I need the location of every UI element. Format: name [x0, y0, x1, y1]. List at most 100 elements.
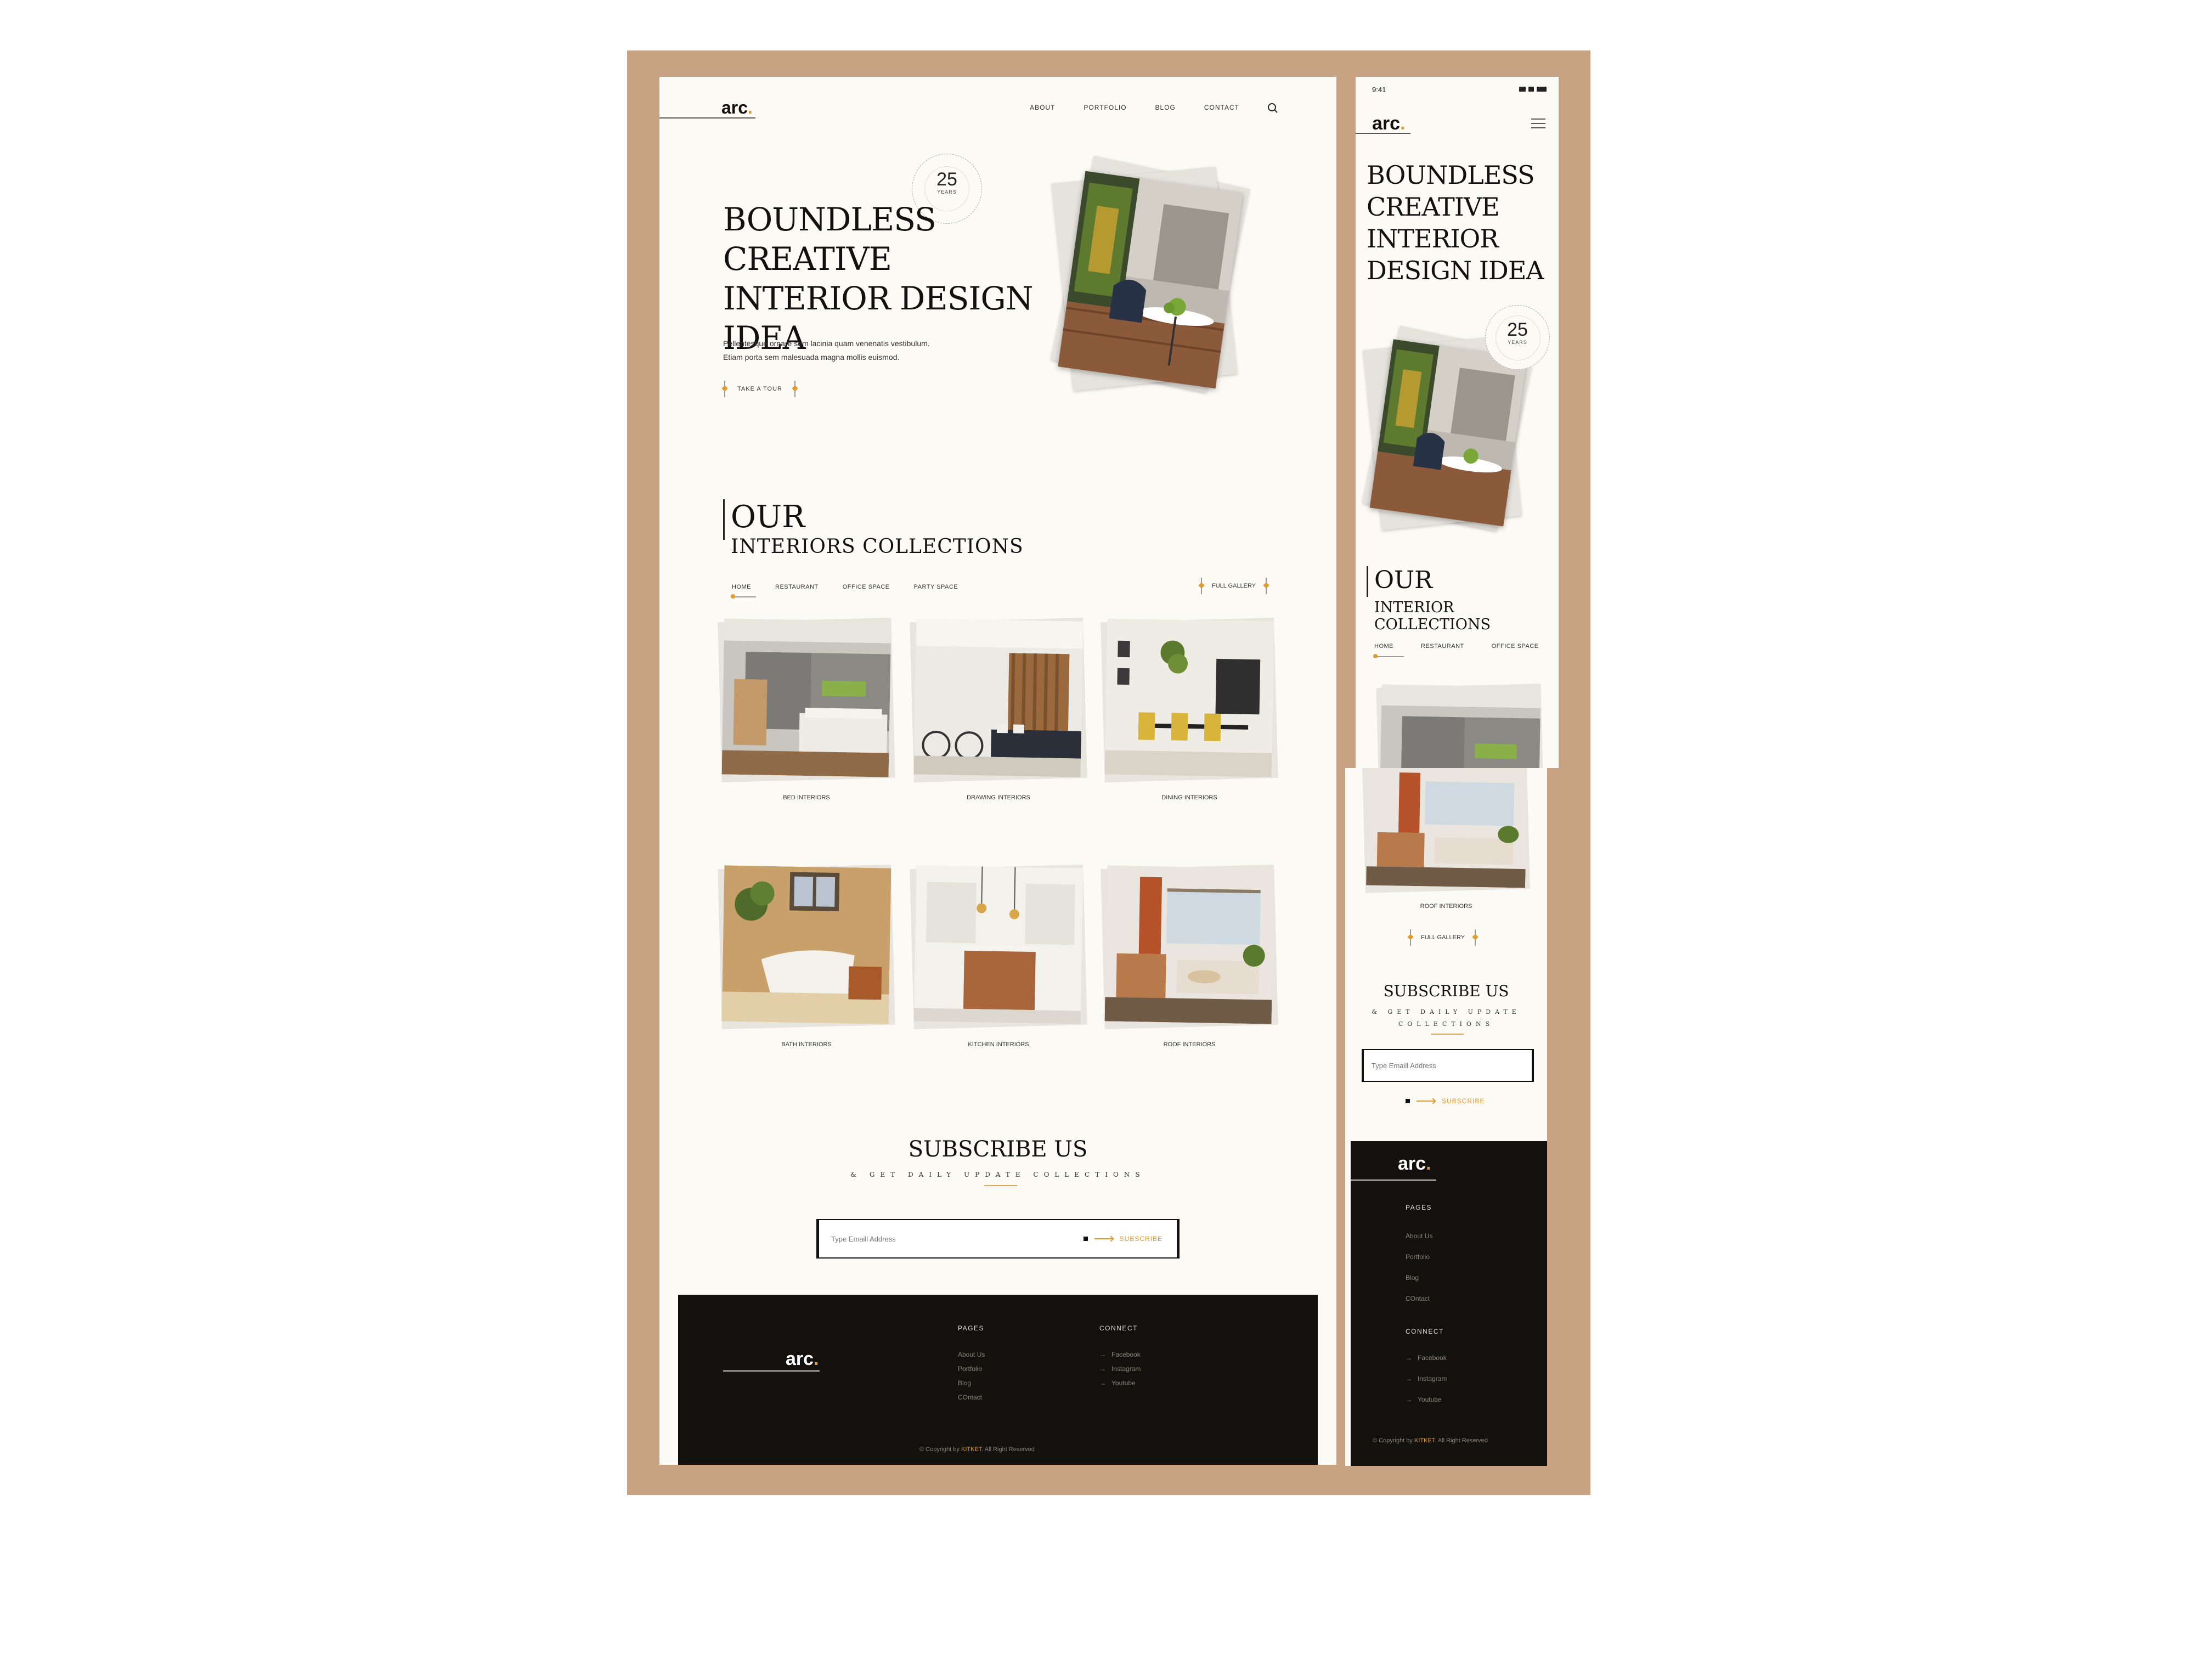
- active-tab-dot: [1373, 654, 1378, 658]
- card-caption: BED INTERIORS: [783, 794, 830, 801]
- full-gallery-label: FULL GALLERY: [1421, 934, 1465, 941]
- main-nav: ABOUT PORTFOLIO BLOG CONTACT: [1030, 103, 1276, 111]
- collections-heading: INTERIORS COLLECTIONS: [731, 535, 1024, 558]
- diamond-marker-icon: [1265, 578, 1268, 594]
- diamond-marker-icon: [1200, 578, 1203, 594]
- wifi-icon: [1528, 87, 1534, 92]
- footer-link-about[interactable]: About Us: [958, 1351, 985, 1358]
- arrow-right-icon: →: [1099, 1351, 1106, 1358]
- collection-card-dining[interactable]: DINING INTERIORS: [1101, 617, 1278, 801]
- footer-connect-heading: CONNECT: [1099, 1324, 1138, 1332]
- mobile-collection-card-bed[interactable]: [1376, 684, 1544, 768]
- tab-party-space[interactable]: PARTY SPACE: [914, 584, 958, 590]
- take-a-tour-label: TAKE A TOUR: [737, 386, 782, 392]
- bed-interior-photo: [1380, 684, 1541, 768]
- signal-icon: [1519, 87, 1526, 92]
- footer-link-facebook[interactable]: → Facebook: [1406, 1354, 1447, 1362]
- footer-link-blog[interactable]: Blog: [1406, 1274, 1419, 1282]
- footer-link-contact[interactable]: COntact: [958, 1393, 982, 1401]
- nav-about[interactable]: ABOUT: [1030, 104, 1055, 111]
- card-caption: DRAWING INTERIORS: [967, 794, 1030, 801]
- footer-link-portfolio[interactable]: Portfolio: [958, 1365, 982, 1373]
- mobile-hero-photo: [1369, 339, 1527, 527]
- desktop-page: arc. ABOUT PORTFOLIO BLOG CONTACT 25 YEA…: [659, 77, 1336, 1465]
- nav-blog[interactable]: BLOG: [1155, 104, 1176, 111]
- email-input[interactable]: [1364, 1061, 1532, 1070]
- logo[interactable]: arc.: [721, 98, 753, 118]
- active-tab-underline: [1374, 656, 1404, 657]
- footer-link-portfolio[interactable]: Portfolio: [1406, 1253, 1430, 1261]
- nav-contact[interactable]: CONTACT: [1204, 104, 1239, 111]
- drawing-interior-photo: [913, 618, 1084, 777]
- active-tab-underline: [732, 596, 756, 597]
- mobile-collection-card-roof[interactable]: ROOF INTERIORS: [1362, 768, 1530, 910]
- footer-link-facebook[interactable]: → Facebook: [1099, 1351, 1141, 1358]
- square-bullet-icon: [1083, 1237, 1088, 1241]
- hero-title: BOUNDLESS CREATIVE INTERIOR DESIGN IDEA: [723, 201, 1034, 357]
- logo-underline: [659, 117, 755, 119]
- mobile-full-gallery-button[interactable]: FULL GALLERY: [1409, 929, 1477, 946]
- mobile-copyright: © Copyright by KITKET. All Right Reserve…: [1373, 1437, 1488, 1444]
- footer-link-instagram[interactable]: → Instagram: [1406, 1375, 1447, 1383]
- arrow-right-icon: →: [1099, 1365, 1106, 1373]
- section-accent-bar: [1367, 566, 1368, 597]
- mobile-collection-tabs: HOME RESTAURANT OFFICE SPACE: [1374, 643, 1539, 650]
- collection-card-drawing[interactable]: DRAWING INTERIORS: [910, 617, 1087, 801]
- mobile-email-form: [1362, 1049, 1534, 1082]
- roof-interior-photo: [1104, 865, 1274, 1024]
- nav-portfolio[interactable]: PORTFOLIO: [1084, 104, 1126, 111]
- arrow-right-icon: →: [1406, 1354, 1412, 1362]
- full-gallery-button[interactable]: FULL GALLERY: [1200, 578, 1268, 594]
- arrow-right-icon: →: [1406, 1396, 1412, 1403]
- footer-link-blog[interactable]: Blog: [958, 1379, 971, 1387]
- arrow-right-icon: [1094, 1238, 1113, 1239]
- section-accent-bar: [723, 499, 725, 540]
- card-caption: DINING INTERIORS: [1161, 794, 1217, 801]
- mobile-footer: arc. PAGES About Us Portfolio Blog COnta…: [1351, 1141, 1547, 1466]
- mobile-logo[interactable]: arc.: [1372, 113, 1406, 134]
- subscribe-rule: [1431, 1034, 1464, 1035]
- footer-logo-underline: [1351, 1180, 1436, 1181]
- footer-logo[interactable]: arc.: [786, 1348, 819, 1370]
- collection-card-bath[interactable]: BATH INTERIORS: [718, 864, 895, 1048]
- bed-interior-photo: [721, 618, 891, 777]
- menu-icon[interactable]: [1531, 119, 1545, 132]
- footer-logo-underline: [723, 1370, 820, 1372]
- subscribe-subtitle: & GET DAILY UPDATE COLLECTIONS: [850, 1171, 1146, 1178]
- footer-connect-heading: CONNECT: [1406, 1328, 1444, 1335]
- subscribe-button-label: SUBSCRIBE: [1442, 1097, 1485, 1105]
- tab-home[interactable]: HOME: [732, 584, 751, 590]
- footer-link-youtube[interactable]: → Youtube: [1406, 1396, 1442, 1403]
- arrow-right-icon: [1417, 1101, 1435, 1102]
- status-time: 9:41: [1372, 86, 1386, 94]
- subscribe-button[interactable]: SUBSCRIBE: [1083, 1235, 1177, 1243]
- collection-card-kitchen[interactable]: KITCHEN INTERIORS: [910, 864, 1087, 1048]
- tab-office-space[interactable]: OFFICE SPACE: [1492, 643, 1539, 650]
- mobile-subscribe-button[interactable]: SUBSCRIBE: [1406, 1097, 1485, 1105]
- collection-tabs: HOME RESTAURANT OFFICE SPACE PARTY SPACE: [732, 584, 958, 590]
- mobile-logo-underline: [1356, 133, 1410, 134]
- hero-photo: [1058, 171, 1243, 389]
- collection-card-roof[interactable]: ROOF INTERIORS: [1101, 864, 1278, 1048]
- search-icon[interactable]: [1268, 103, 1276, 111]
- arrow-right-icon: →: [1406, 1375, 1412, 1383]
- footer-link-youtube[interactable]: → Youtube: [1099, 1379, 1136, 1387]
- email-input[interactable]: [819, 1234, 1084, 1243]
- footer-link-contact[interactable]: COntact: [1406, 1295, 1430, 1302]
- mobile-hero-title: BOUNDLESS CREATIVE INTERIOR DESIGN IDEA: [1367, 160, 1544, 285]
- footer-link-instagram[interactable]: → Instagram: [1099, 1365, 1141, 1373]
- copyright: © Copyright by KITKET. All Right Reserve…: [919, 1446, 1035, 1453]
- tab-restaurant[interactable]: RESTAURANT: [775, 584, 819, 590]
- badge-ring: [1496, 315, 1541, 360]
- mobile-footer-logo[interactable]: arc.: [1398, 1153, 1431, 1175]
- mobile-collections-heading-top: OUR: [1374, 566, 1433, 594]
- tab-home[interactable]: HOME: [1374, 643, 1393, 650]
- footer: arc. PAGES About Us Portfolio Blog COnta…: [678, 1295, 1318, 1465]
- mobile-years-badge: 25 YEARS: [1485, 305, 1550, 370]
- collection-card-bed[interactable]: BED INTERIORS: [718, 617, 895, 801]
- take-a-tour-button[interactable]: TAKE A TOUR: [723, 381, 797, 397]
- email-subscribe-form: SUBSCRIBE: [816, 1219, 1180, 1259]
- footer-link-about[interactable]: About Us: [1406, 1232, 1432, 1240]
- tab-office-space[interactable]: OFFICE SPACE: [843, 584, 890, 590]
- tab-restaurant[interactable]: RESTAURANT: [1421, 643, 1464, 650]
